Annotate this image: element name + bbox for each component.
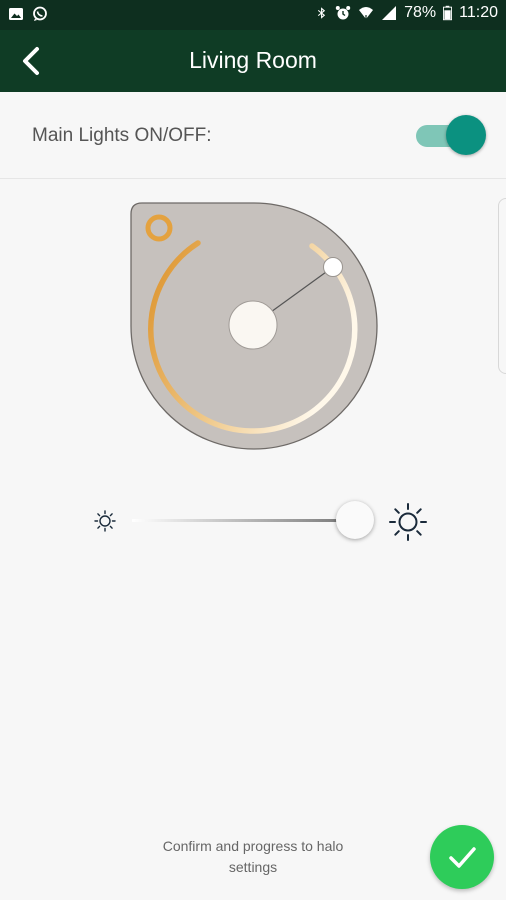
signal-icon xyxy=(382,6,397,20)
bluetooth-icon xyxy=(318,7,326,19)
wifi-icon xyxy=(359,7,374,19)
app-bar: Living Room xyxy=(0,30,506,92)
color-temperature-dial[interactable] xyxy=(128,200,380,452)
image-icon xyxy=(9,8,23,20)
toggle-thumb[interactable] xyxy=(446,115,486,155)
page-title: Living Room xyxy=(189,47,317,73)
battery-icon xyxy=(443,5,453,21)
battery-percentage: 78% xyxy=(404,4,437,21)
main-lights-label: Main Lights ON/OFF: xyxy=(32,125,212,146)
color-temperature-handle[interactable] xyxy=(323,257,343,277)
side-drawer-tab[interactable] xyxy=(498,198,506,374)
status-left xyxy=(8,6,48,22)
main-lights-row: Main Lights ON/OFF: xyxy=(0,92,506,179)
status-right: 78% 11:20 xyxy=(316,4,498,22)
sun-small-icon xyxy=(94,510,116,532)
brightness-track[interactable] xyxy=(132,519,367,522)
confirm-button[interactable] xyxy=(430,825,494,889)
confirm-hint-text: Confirm and progress to halo settings xyxy=(162,838,344,875)
status-bar: 78% 11:20 xyxy=(0,0,506,30)
brightness-slider[interactable] xyxy=(90,498,430,544)
check-icon xyxy=(449,847,476,868)
whatsapp-icon xyxy=(33,6,47,21)
sun-large-icon xyxy=(389,503,427,541)
clock: 11:20 xyxy=(459,4,498,21)
alarm-icon xyxy=(335,6,351,20)
brightness-thumb[interactable] xyxy=(336,501,375,539)
main-lights-toggle[interactable] xyxy=(416,115,486,155)
dial-center-knob[interactable] xyxy=(228,300,278,350)
